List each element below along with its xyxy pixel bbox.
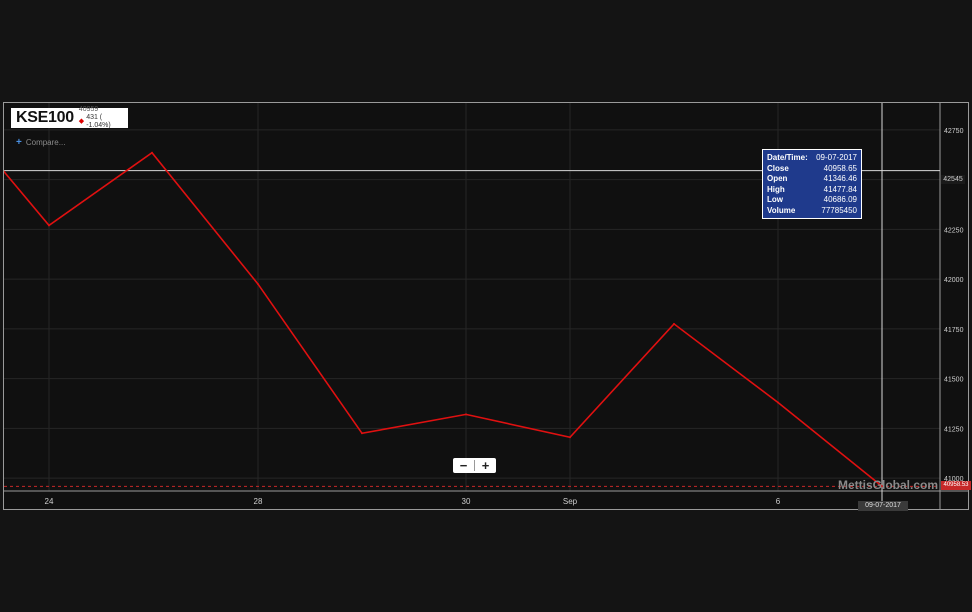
tooltip-value: 77785450 (821, 205, 857, 215)
tooltip-value: 40686.09 (823, 195, 857, 205)
compare-button[interactable]: + Compare... (16, 137, 65, 148)
tooltip-row: Volume 77785450 (767, 206, 857, 217)
data-point (48, 224, 50, 227)
tooltip-value: 41477.84 (823, 184, 857, 194)
tooltip-value: 41346.46 (823, 174, 857, 184)
x-tick-label: 28 (254, 497, 263, 506)
series-line (4, 151, 883, 487)
compare-label: Compare... (25, 138, 66, 147)
ticker-last-price: 40959 (78, 106, 99, 113)
x-tick-label: Sep (563, 497, 578, 506)
tooltip-label: Close (767, 163, 789, 173)
tooltip-label: Volume (767, 205, 796, 215)
tooltip-label: Open (767, 174, 788, 184)
y-tick-label: 42750 (944, 128, 964, 135)
x-tick-label: 24 (45, 497, 54, 506)
y-tick-label: 41500 (944, 377, 964, 384)
ticker-change-row: ◆ 431 ( -1.04%) (79, 114, 128, 130)
y-tick-label: 41750 (944, 327, 964, 334)
data-point (465, 413, 467, 416)
down-triangle-icon: ◆ (78, 118, 85, 125)
tooltip-row: Date/Time: 09-07-2017 (767, 153, 857, 164)
data-point (777, 401, 779, 404)
ticker-box: KSE100 40959 ◆ 431 ( -1.04%) (11, 106, 128, 130)
watermark: MettisGlobal.com (838, 478, 939, 492)
last-price-badge: 40958.53 (941, 481, 971, 490)
ticker-symbol: KSE100 (16, 109, 74, 126)
tooltip-row: Low 40686.09 (767, 195, 857, 206)
x-tick-label: 30 (462, 497, 471, 506)
x-tick-label: 6 (776, 497, 781, 506)
tooltip-label: Low (767, 195, 783, 205)
plus-icon: + (16, 137, 22, 148)
ticker-change: 431 ( -1.04%) (86, 114, 111, 129)
y-tick-label: 42250 (944, 227, 964, 234)
tooltip-row: Open 41346.46 (767, 174, 857, 185)
tooltip-label: Date/Time: (767, 153, 808, 162)
data-point (673, 322, 675, 325)
data-point (151, 151, 153, 154)
data-tooltip: Date/Time: 09-07-2017 Close 40958.65 Open 413… (762, 149, 862, 219)
y-tick-label: 41250 (944, 426, 964, 433)
tooltip-value: 40958.65 (823, 163, 857, 173)
y-tick-label: 42000 (944, 277, 964, 284)
crosshair-price-label: 42545 (941, 175, 965, 184)
tooltip-label: High (767, 184, 785, 194)
crosshair-date-label: 09-07-2017 (858, 501, 908, 511)
tooltip-row: High 41477.84 (767, 185, 857, 196)
zoom-out-button[interactable]: − (453, 458, 474, 473)
zoom-controls: − + (453, 458, 496, 473)
tooltip-value: 09-07-2017 (816, 153, 857, 162)
data-point (361, 432, 363, 435)
ticker-meta: 40959 ◆ 431 ( -1.04%) (79, 106, 128, 130)
tooltip-row: Close 40958.65 (767, 164, 857, 175)
zoom-in-button[interactable]: + (475, 458, 496, 473)
data-point (257, 283, 259, 286)
data-point (569, 436, 571, 439)
